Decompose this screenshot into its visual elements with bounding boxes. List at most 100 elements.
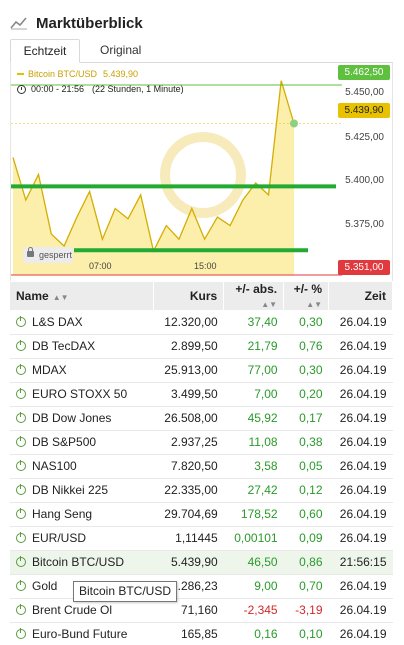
row-kurs: 12.320,00 xyxy=(153,310,224,335)
market-table: Name ▲▼ Kurs +/- abs.▲▼ +/- %▲▼ Zeit L&S … xyxy=(10,282,393,645)
table-row[interactable]: Brent Crude Ol 71,160 -2,345 -3,19 26.04.19 xyxy=(10,598,393,623)
col-header-kurs[interactable]: Kurs xyxy=(153,282,225,310)
table-row[interactable]: Gold 1.286,23 9,00 0,70 26.04.19 xyxy=(10,574,393,599)
power-icon xyxy=(16,412,26,423)
power-icon xyxy=(16,580,26,591)
time-range: 00:00 - 21:56 xyxy=(31,84,85,94)
row-zeit: 26.04.19 xyxy=(328,334,393,359)
row-name[interactable]: DB TecDAX xyxy=(10,334,154,359)
table-row[interactable]: DB S&P500 2.937,25 11,08 0,38 26.04.19 xyxy=(10,430,393,455)
col-header-name[interactable]: Name ▲▼ xyxy=(10,282,155,310)
row-name[interactable]: DB S&P500 xyxy=(10,430,154,455)
col-header-abs[interactable]: +/- abs.▲▼ xyxy=(223,282,285,310)
y-tick-label: 5.450,00 xyxy=(345,87,384,98)
row-abs: 7,00 xyxy=(223,382,284,407)
row-name-text: EURO STOXX 50 xyxy=(32,387,128,401)
row-abs: 3,58 xyxy=(223,454,284,479)
high-price-tag: 5.462,50 xyxy=(338,65,390,80)
series-swatch xyxy=(17,73,24,75)
table-row[interactable]: EURO STOXX 50 3.499,50 7,00 0,20 26.04.19 xyxy=(10,382,393,407)
row-kurs: 3.499,50 xyxy=(153,382,224,407)
row-zeit: 26.04.19 xyxy=(328,622,393,645)
row-name[interactable]: Bitcoin BTC/USD xyxy=(10,550,154,575)
row-pct: 0,17 xyxy=(283,406,329,431)
y-tick-label: 5.375,00 xyxy=(345,219,384,230)
table-row[interactable]: DB TecDAX 2.899,50 21,79 0,76 26.04.19 xyxy=(10,334,393,359)
lock-icon xyxy=(27,247,34,257)
row-kurs: 1,11445 xyxy=(153,526,224,551)
power-icon xyxy=(16,556,26,567)
table-row[interactable]: NAS100 7.820,50 3,58 0,05 26.04.19 xyxy=(10,454,393,479)
series-value: 5.439,90 xyxy=(103,69,139,79)
locked-label: gesperrt xyxy=(39,250,73,260)
row-name-text: Brent Crude Ol xyxy=(32,603,113,617)
table-row[interactable]: DB Nikkei 225 22.335,00 27,42 0,12 26.04.19 xyxy=(10,478,393,503)
price-chart[interactable]: Bitcoin BTC/USD 5.439,90 00:00 - 21:56 (… xyxy=(10,63,393,281)
power-icon xyxy=(16,604,26,615)
table-row[interactable]: MDAX 25.913,00 77,00 0,30 26.04.19 xyxy=(10,358,393,383)
row-name[interactable]: EURO STOXX 50 xyxy=(10,382,154,407)
row-abs: 0,16 xyxy=(223,622,284,645)
row-name[interactable]: DB Dow Jones xyxy=(10,406,154,431)
table-row[interactable]: L&S DAX 12.320,00 37,40 0,30 26.04.19 xyxy=(10,310,393,335)
clock-icon xyxy=(17,84,26,94)
tab-echtzeit[interactable]: Echtzeit xyxy=(10,39,80,63)
line-chart-icon xyxy=(10,17,27,30)
row-pct: -3,19 xyxy=(283,598,329,623)
tab-original[interactable]: Original xyxy=(90,39,151,63)
row-name-text: DB Dow Jones xyxy=(32,411,112,425)
row-kurs: 22.335,00 xyxy=(153,478,224,503)
table-row[interactable]: EUR/USD 1,11445 0,00101 0,09 26.04.19 xyxy=(10,526,393,551)
row-pct: 0,38 xyxy=(283,430,329,455)
row-name-text: Gold xyxy=(32,579,58,593)
sort-icon[interactable]: ▲▼ xyxy=(261,300,277,309)
row-pct: 0,05 xyxy=(283,454,329,479)
row-pct: 0,20 xyxy=(283,382,329,407)
power-icon xyxy=(16,628,26,639)
row-name-text: Bitcoin BTC/USD xyxy=(32,555,125,569)
row-abs: 77,00 xyxy=(223,358,284,383)
row-name-text: EUR/USD xyxy=(32,531,87,545)
y-tick-label: 5.400,00 xyxy=(345,175,384,186)
row-abs: 21,79 xyxy=(223,334,284,359)
row-zeit: 26.04.19 xyxy=(328,574,393,599)
table-row[interactable]: Euro-Bund Future 165,85 0,16 0,10 26.04.19 xyxy=(10,622,393,645)
power-icon xyxy=(16,484,26,495)
low-price-tag: 5.351,00 xyxy=(338,260,390,275)
row-zeit: 26.04.19 xyxy=(328,502,393,527)
row-name[interactable]: EUR/USD xyxy=(10,526,154,551)
row-abs: 9,00 xyxy=(223,574,284,599)
sort-icon[interactable]: ▲▼ xyxy=(53,293,69,302)
row-pct: 0,76 xyxy=(283,334,329,359)
row-kurs: 2.899,50 xyxy=(153,334,224,359)
row-kurs: 25.913,00 xyxy=(153,358,224,383)
row-name-text: MDAX xyxy=(32,363,67,377)
row-zeit: 26.04.19 xyxy=(328,598,393,623)
view-tabs: Echtzeit Original xyxy=(10,39,393,63)
row-zeit: 26.04.19 xyxy=(328,454,393,479)
row-abs: 37,40 xyxy=(223,310,284,335)
table-row[interactable]: DB Dow Jones 26.508,00 45,92 0,17 26.04.19 xyxy=(10,406,393,431)
row-kurs: 5.439,90 xyxy=(153,550,224,575)
row-abs: -2,345 xyxy=(223,598,284,623)
table-row[interactable]: Hang Seng 29.704,69 178,52 0,60 26.04.19 xyxy=(10,502,393,527)
sort-icon[interactable]: ▲▼ xyxy=(306,300,322,309)
row-pct: 0,10 xyxy=(283,622,329,645)
col-header-zeit[interactable]: Zeit xyxy=(328,282,393,310)
col-header-pct[interactable]: +/- %▲▼ xyxy=(283,282,330,310)
x-tick-label: 15:00 xyxy=(194,261,217,271)
row-zeit: 21:56:15 xyxy=(328,550,393,575)
row-name-text: Euro-Bund Future xyxy=(32,627,128,641)
row-name[interactable]: NAS100 xyxy=(10,454,154,479)
table-row[interactable]: Bitcoin BTC/USD 5.439,90 46,50 0,86 21:56:15 xyxy=(10,550,393,575)
price-area xyxy=(13,80,294,275)
series-name: Bitcoin BTC/USD xyxy=(28,69,98,79)
row-pct: 0,09 xyxy=(283,526,329,551)
row-name[interactable]: MDAX xyxy=(10,358,154,383)
row-name[interactable]: Euro-Bund Future xyxy=(10,622,154,645)
row-name[interactable]: DB Nikkei 225 xyxy=(10,478,154,503)
row-name[interactable]: L&S DAX xyxy=(10,310,154,335)
table-header-row: Name ▲▼ Kurs +/- abs.▲▼ +/- %▲▼ Zeit xyxy=(10,282,393,310)
row-name-text: DB TecDAX xyxy=(32,339,96,353)
row-name[interactable]: Hang Seng xyxy=(10,502,154,527)
